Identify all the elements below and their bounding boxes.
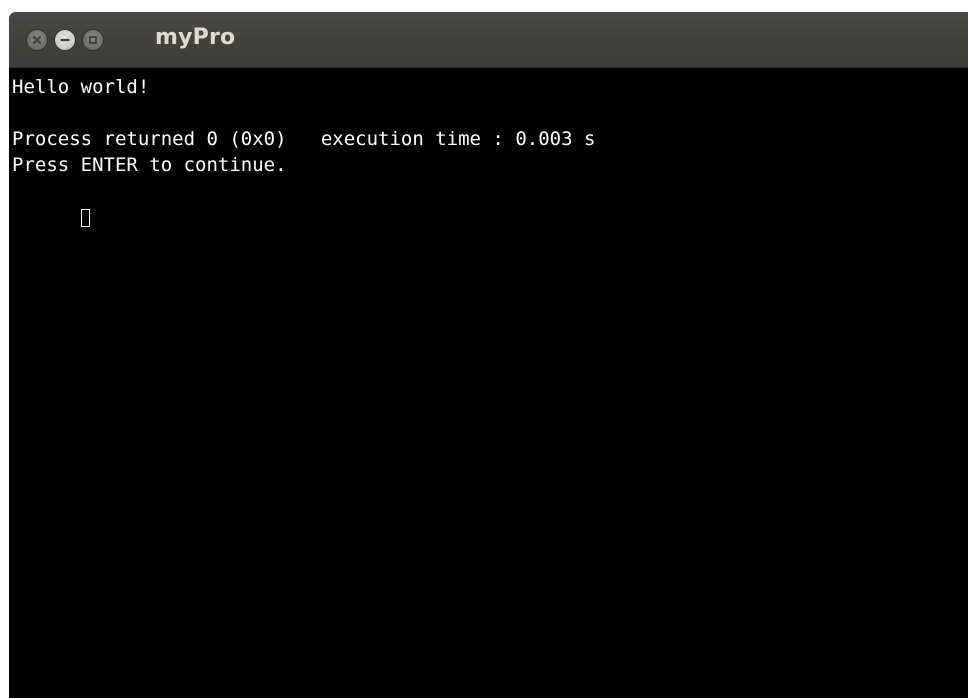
terminal-line: Hello world! — [12, 76, 150, 98]
text-cursor — [80, 209, 90, 227]
terminal-line: Process returned 0 (0x0) execution time … — [12, 128, 596, 150]
cursor-line — [12, 178, 968, 227]
minimize-icon — [60, 38, 70, 42]
maximize-icon — [89, 36, 97, 44]
title-bar[interactable]: myPro — [9, 12, 968, 68]
window-title: myPro — [155, 25, 236, 50]
terminal-window: myPro Hello world! Process returned 0 (0… — [9, 12, 968, 698]
terminal-output[interactable]: Hello world! Process returned 0 (0x0) ex… — [12, 74, 968, 698]
terminal-line: Press ENTER to continue. — [12, 154, 287, 176]
close-icon — [33, 36, 41, 44]
maximize-button[interactable] — [82, 29, 104, 51]
close-button[interactable] — [26, 29, 48, 51]
minimize-button[interactable] — [54, 29, 76, 51]
